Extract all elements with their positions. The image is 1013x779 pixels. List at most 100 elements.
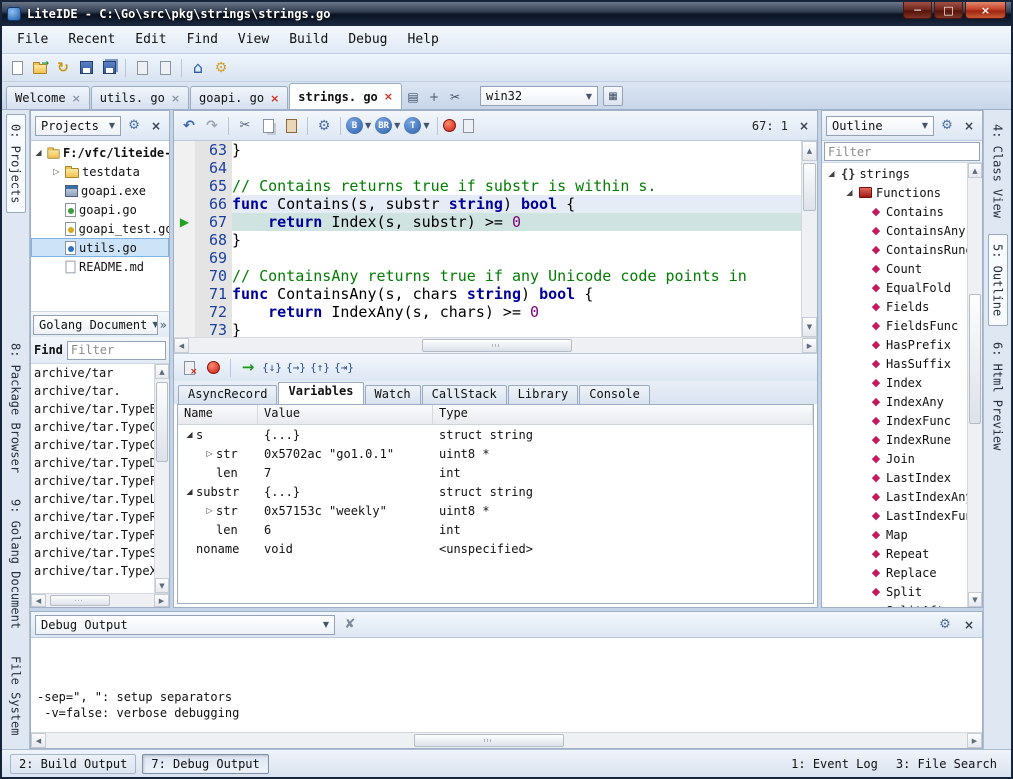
- list-item[interactable]: archive/tar.TypeCont: [31, 436, 154, 454]
- export-icon[interactable]: [131, 57, 153, 79]
- outline-function-item[interactable]: ◆ LastIndex: [822, 468, 967, 487]
- gear-icon[interactable]: ⚙: [125, 117, 143, 135]
- tree-item-goapi-test-go[interactable]: goapi_test.go: [31, 219, 169, 238]
- code-line[interactable]: func ContainsAny(s, chars string) bool {: [232, 285, 801, 303]
- code-editor[interactable]: ▶ 6364656667686970717273 }// Contains re…: [174, 141, 817, 337]
- outline-function-item[interactable]: ◆ ContainsAny: [822, 221, 967, 240]
- expander-icon[interactable]: ◢: [183, 487, 196, 496]
- code-area[interactable]: }// Contains returns true if substr is w…: [232, 141, 801, 337]
- code-line[interactable]: return IndexAny(s, chars) >= 0: [232, 303, 801, 321]
- menu-item[interactable]: View: [229, 29, 278, 50]
- scroll-down-icon[interactable]: ▼: [802, 317, 817, 337]
- test-button[interactable]: T: [404, 117, 421, 134]
- close-editor-icon[interactable]: ×: [795, 117, 813, 135]
- gear-icon[interactable]: ⚙: [938, 117, 956, 135]
- build-output-toggle[interactable]: 2: Build Output: [10, 754, 136, 774]
- scroll-left-icon[interactable]: ◀: [31, 733, 46, 748]
- doc-list-hscrollbar[interactable]: ◀ ▶: [31, 593, 169, 607]
- code-line[interactable]: return Index(s, substr) >= 0: [232, 213, 801, 231]
- outline-function-item[interactable]: ◆ Count: [822, 259, 967, 278]
- sidebar-item-package-browser[interactable]: 8: Package Browser: [6, 333, 26, 483]
- debug-output-toggle[interactable]: 7: Debug Output: [142, 754, 268, 774]
- code-line[interactable]: }: [232, 141, 801, 159]
- column-header-type[interactable]: Type: [433, 405, 813, 424]
- doc-filter-input[interactable]: [67, 341, 166, 360]
- scrollbar-thumb[interactable]: [969, 294, 981, 424]
- expander-icon[interactable]: ◢: [183, 430, 196, 439]
- edit-env-button[interactable]: ▦: [603, 86, 623, 106]
- outline-function-item[interactable]: ◆ HasPrefix: [822, 335, 967, 354]
- output-hscrollbar[interactable]: ◀ ▶: [31, 732, 982, 748]
- output-view-combo[interactable]: Debug Output▼: [35, 615, 335, 635]
- save-file-icon[interactable]: [75, 57, 97, 79]
- tree-item-goapi-exe[interactable]: goapi.exe: [31, 181, 169, 200]
- close-tab-icon[interactable]: ×: [72, 92, 81, 105]
- column-header-value[interactable]: Value: [258, 405, 433, 424]
- menu-item[interactable]: Find: [178, 29, 227, 50]
- outline-function-item[interactable]: ◆ IndexRune: [822, 430, 967, 449]
- outline-function-item[interactable]: ◆ Replace: [822, 563, 967, 582]
- list-item[interactable]: archive/tar.TypeBlock: [31, 400, 154, 418]
- chevron-down-icon[interactable]: ▼: [423, 121, 429, 130]
- redo-icon[interactable]: ↷: [201, 115, 223, 137]
- code-line[interactable]: // ContainsAny returns true if any Unico…: [232, 267, 801, 285]
- options-icon[interactable]: ⚙: [210, 57, 232, 79]
- breakpoint-cell[interactable]: ▶: [174, 213, 195, 231]
- close-tab-icon[interactable]: ×: [270, 92, 279, 105]
- list-item[interactable]: archive/tar.: [31, 382, 154, 400]
- close-button[interactable]: ×: [965, 2, 1006, 19]
- list-item[interactable]: archive/tar.TypeLink: [31, 490, 154, 508]
- scroll-left-icon[interactable]: ◀: [174, 338, 189, 353]
- breakpoint-cell[interactable]: [174, 303, 195, 321]
- breakpoint-cell[interactable]: [174, 267, 195, 285]
- outline-function-item[interactable]: ◆ IndexFunc: [822, 411, 967, 430]
- print-icon[interactable]: [154, 57, 176, 79]
- tab-utils-go[interactable]: utils. go×: [91, 86, 189, 109]
- list-item[interactable]: archive/tar.TypeSymlink: [31, 544, 154, 562]
- list-item[interactable]: archive/tar.TypeReg: [31, 508, 154, 526]
- open-file-icon[interactable]: →: [29, 57, 51, 79]
- outline-function-item[interactable]: ◆ Map: [822, 525, 967, 544]
- table-row[interactable]: len 7 int: [178, 463, 813, 482]
- list-item[interactable]: archive/tar.TypeRegA: [31, 526, 154, 544]
- scroll-right-icon[interactable]: ▶: [154, 594, 169, 607]
- clear-debug-icon[interactable]: ×: [178, 357, 200, 379]
- tab-strings-go[interactable]: strings. go×: [289, 83, 402, 109]
- titlebar[interactable]: LiteIDE - C:\Go\src\pkg\strings\strings.…: [2, 2, 1011, 26]
- outline-function-item[interactable]: ◆ Fields: [822, 297, 967, 316]
- outline-function-item[interactable]: ◆ HasSuffix: [822, 354, 967, 373]
- tab-library[interactable]: Library: [508, 385, 579, 404]
- close-panel-icon[interactable]: ×: [147, 117, 165, 135]
- breakpoint-cell[interactable]: [174, 195, 195, 213]
- table-row[interactable]: ▷str 0x57153c "weekly" uint8 *: [178, 501, 813, 520]
- tree-item-readme[interactable]: README.md: [31, 257, 169, 276]
- outline-function-item[interactable]: ◆ FieldsFunc: [822, 316, 967, 335]
- expander-icon[interactable]: ▷: [203, 506, 216, 515]
- editor-vscrollbar[interactable]: ▲ ▼: [801, 141, 817, 337]
- editor-hscrollbar[interactable]: ◀ ▶: [174, 337, 817, 353]
- maximize-button[interactable]: □: [934, 2, 963, 19]
- menu-item[interactable]: File: [8, 29, 57, 50]
- expander-icon[interactable]: ◢: [844, 188, 855, 197]
- sidebar-item-golang-document[interactable]: 9: Golang Document: [6, 489, 26, 639]
- tab-watch[interactable]: Watch: [365, 385, 421, 404]
- tree-item-goapi-go[interactable]: goapi.go: [31, 200, 169, 219]
- debug-output-text[interactable]: -sep=", ": setup separators -v=false: ve…: [31, 638, 982, 732]
- code-line[interactable]: [232, 249, 801, 267]
- outline-function-item[interactable]: ◆ IndexAny: [822, 392, 967, 411]
- scroll-up-icon[interactable]: ▲: [802, 141, 817, 161]
- paste-icon[interactable]: [280, 115, 302, 137]
- breakpoint-cell[interactable]: [174, 231, 195, 249]
- column-header-name[interactable]: Name: [178, 405, 258, 424]
- breakpoint-cell[interactable]: [174, 285, 195, 303]
- step-into-icon[interactable]: {↓}: [261, 357, 283, 379]
- outline-root[interactable]: ◢ {} strings: [822, 164, 967, 183]
- step-over-icon[interactable]: {→}: [285, 357, 307, 379]
- menu-item[interactable]: Build: [280, 29, 337, 50]
- scrollbar-thumb[interactable]: [50, 595, 110, 606]
- outline-function-item[interactable]: ◆ Index: [822, 373, 967, 392]
- expander-icon[interactable]: ◢: [33, 148, 44, 157]
- golang-document-combo[interactable]: Golang Document▼: [33, 315, 158, 335]
- scroll-up-icon[interactable]: ▲: [968, 163, 982, 178]
- scrollbar-thumb[interactable]: [414, 734, 564, 747]
